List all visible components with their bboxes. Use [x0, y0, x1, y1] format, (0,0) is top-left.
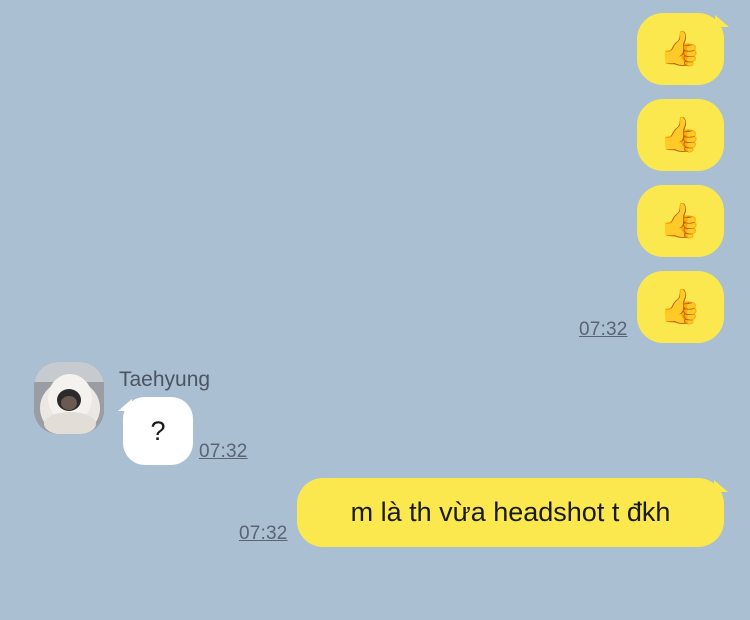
outgoing-message-bubble[interactable]: 👍 — [637, 13, 724, 85]
incoming-message-bubble[interactable]: ? — [123, 397, 193, 465]
message-text: ? — [150, 415, 166, 446]
thumbs-up-icon: 👍 — [659, 29, 702, 69]
bubble-tail — [715, 15, 729, 27]
sender-name: Taehyung — [119, 368, 211, 391]
outgoing-message-bubble[interactable]: m là th vừa headshot t đkh — [297, 478, 724, 547]
message-timestamp: 07:32 — [199, 441, 248, 462]
chat-area: 👍 👍 👍 👍 07:32 Taehyung ? 07:32 m là th v… — [0, 0, 750, 620]
thumbs-up-icon: 👍 — [659, 201, 702, 241]
avatar[interactable] — [34, 362, 104, 434]
outgoing-message-bubble[interactable]: 👍 — [637, 185, 724, 257]
message-timestamp: 07:32 — [579, 319, 628, 340]
outgoing-message-bubble[interactable]: 👍 — [637, 99, 724, 171]
outgoing-message-bubble[interactable]: 👍 — [637, 271, 724, 343]
message-text: m là th vừa headshot t đkh — [350, 497, 671, 527]
thumbs-up-icon: 👍 — [659, 287, 702, 327]
avatar-image — [34, 362, 104, 434]
message-timestamp: 07:32 — [239, 523, 288, 544]
thumbs-up-icon: 👍 — [659, 115, 702, 155]
